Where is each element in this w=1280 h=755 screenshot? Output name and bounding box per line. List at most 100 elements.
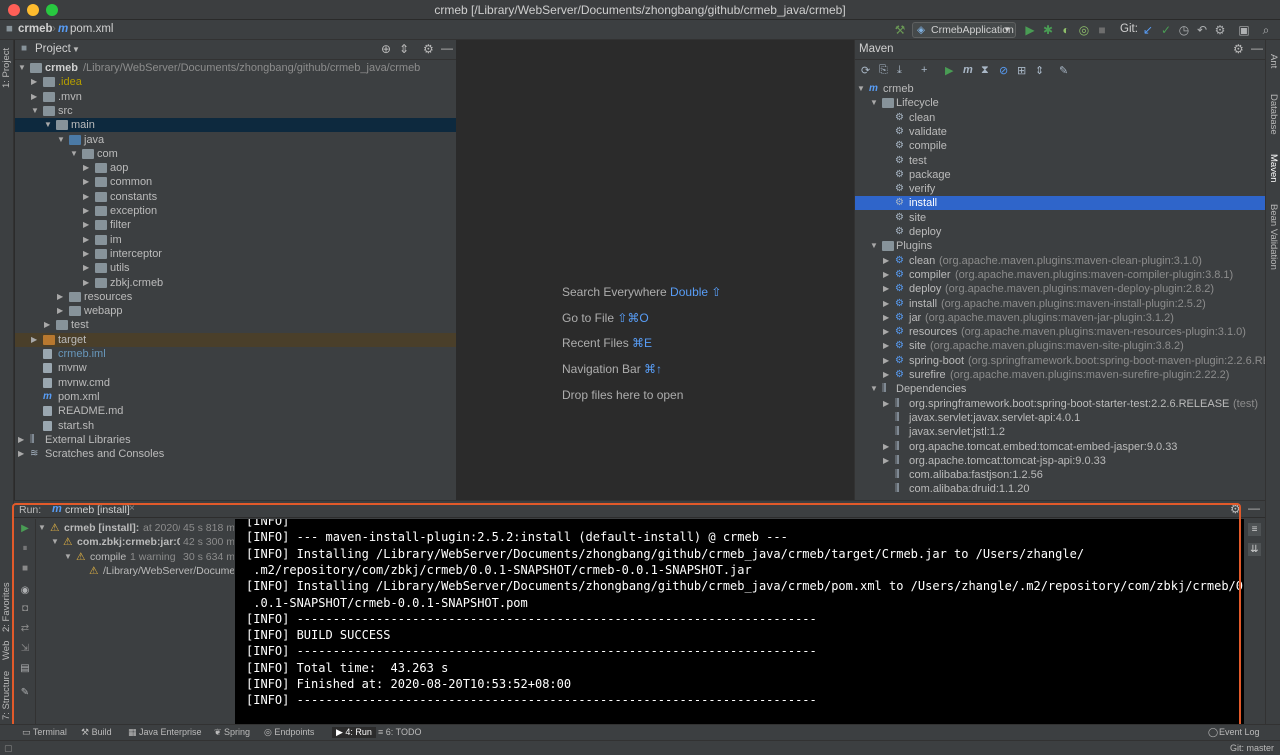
git-history-icon[interactable]: ◷ xyxy=(1176,22,1192,38)
chevron-right-icon[interactable]: ▶ xyxy=(31,75,37,89)
scroll-to-end-icon[interactable]: ⇊ xyxy=(1248,543,1261,556)
maven-tree-item[interactable]: ▶ ⚙ resources (org.apache.maven.plugins:mav… xyxy=(855,325,1265,339)
chevron-right-icon[interactable]: ▶ xyxy=(83,276,89,290)
project-tree-item[interactable]: mvnw xyxy=(15,361,456,375)
project-tree-item[interactable]: ▶ .mvn xyxy=(15,90,456,104)
chevron-right-icon[interactable]: ▶ xyxy=(883,268,889,282)
maven-tree-item[interactable]: ⫼ javax.servlet:javax.servlet-api:4.0.1 xyxy=(855,411,1265,425)
collapse-all-icon[interactable]: ⇕ xyxy=(399,42,409,56)
tool-tab-ant[interactable]: Ant xyxy=(1268,54,1279,68)
chevron-right-icon[interactable]: ▶ xyxy=(44,318,50,332)
chevron-down-icon[interactable]: ▼ xyxy=(70,147,78,161)
project-tree-item[interactable]: ▼ java xyxy=(15,133,456,147)
maven-tree-item[interactable]: ▶ ⚙ site (org.apache.maven.plugins:maven-si… xyxy=(855,339,1265,353)
tool-tab-favorites[interactable]: 2: Favorites xyxy=(1,582,12,632)
chevron-right-icon[interactable]: ▶ xyxy=(83,261,89,275)
project-tree-item[interactable]: ▶ exception xyxy=(15,204,456,218)
run-configuration-dropdown[interactable]: ◈ CrmebApplication ▼ xyxy=(912,22,1016,38)
soft-wrap-icon[interactable]: ≡ xyxy=(1248,523,1261,536)
chevron-down-icon[interactable]: ▼ xyxy=(51,535,59,549)
run-icon[interactable]: ▶ xyxy=(1022,22,1038,38)
project-tree-item[interactable]: ▶ common xyxy=(15,175,456,189)
gear-icon[interactable]: ⚙ xyxy=(1230,502,1241,516)
chevron-down-icon[interactable]: ▼ xyxy=(31,104,39,118)
settings-wrench-icon[interactable]: ⚙ xyxy=(1212,22,1228,38)
pin-icon[interactable]: ✎ xyxy=(19,687,31,699)
maven-tree-item[interactable]: ▶ ⚙ spring-boot (org.springframework.boot:s… xyxy=(855,354,1265,368)
project-tree-item[interactable]: mvnw.cmd xyxy=(15,376,456,390)
chevron-down-icon[interactable]: ▼ xyxy=(870,382,878,396)
project-tree-item[interactable]: ▶ ⫼ External Libraries xyxy=(15,433,456,447)
run-console[interactable]: [INFO] [INFO] --- maven-install-plugin:2.… xyxy=(235,519,1244,725)
maven-tree-item[interactable]: ⫼ javax.servlet:jstl:1.2 xyxy=(855,425,1265,439)
close-tab-icon[interactable]: × xyxy=(129,503,135,514)
maven-tree-item[interactable]: ▶ ⚙ surefire (org.apache.maven.plugins:mave… xyxy=(855,368,1265,382)
build-hammer-icon[interactable]: ⚒ xyxy=(892,22,908,38)
stop-icon[interactable]: ■ xyxy=(19,563,31,575)
maven-tree-item[interactable]: ▶ ⚙ install (org.apache.maven.plugins:maven… xyxy=(855,297,1265,311)
chevron-right-icon[interactable]: ▶ xyxy=(83,175,89,189)
project-tree-item[interactable]: ▶ ≋ Scratches and Consoles xyxy=(15,447,456,461)
bottom-tab[interactable]: ⚒ Build xyxy=(81,727,112,738)
tool-tab-web[interactable]: Web xyxy=(1,641,12,660)
project-tree-item[interactable]: ▶ constants xyxy=(15,190,456,204)
project-tree-item[interactable]: ▼ src xyxy=(15,104,456,118)
hide-panel-icon[interactable]: — xyxy=(1248,501,1260,515)
run-tree-item[interactable]: ▼ ⚠ compile1 warning 30 s 634 ms xyxy=(36,549,234,564)
chevron-right-icon[interactable]: ▶ xyxy=(83,204,89,218)
chevron-down-icon[interactable]: ▼ xyxy=(64,550,72,564)
project-tree-item[interactable]: ▶ aop xyxy=(15,161,456,175)
profile-icon[interactable]: ◎ xyxy=(1076,22,1092,38)
project-tree-item[interactable]: crmeb.iml xyxy=(15,347,456,361)
project-tree-item[interactable]: ▶ filter xyxy=(15,218,456,232)
chevron-right-icon[interactable]: ▶ xyxy=(883,454,889,468)
project-panel-title[interactable]: Project xyxy=(35,43,71,55)
project-tree-item[interactable]: ▶ .idea xyxy=(15,75,456,89)
maven-tree-item[interactable]: ▼ m crmeb xyxy=(855,82,1265,96)
maven-tree-item[interactable]: ▶ ⚙ compiler (org.apache.maven.plugins:mave… xyxy=(855,268,1265,282)
stop-icon[interactable]: ■ xyxy=(1094,22,1110,38)
chevron-down-icon[interactable]: ▼ xyxy=(38,521,46,535)
chevron-right-icon[interactable]: ▶ xyxy=(883,311,889,325)
chevron-right-icon[interactable]: ▶ xyxy=(83,161,89,175)
maven-tree-item[interactable]: ⚙ verify xyxy=(855,182,1265,196)
chevron-right-icon[interactable]: ▶ xyxy=(83,190,89,204)
maven-tree-item[interactable]: ▶ ⚙ jar (org.apache.maven.plugins:maven-jar… xyxy=(855,311,1265,325)
git-branch-status[interactable]: Git: master xyxy=(1230,743,1274,753)
tool-tab-database[interactable]: Database xyxy=(1268,94,1279,135)
chevron-down-icon[interactable]: ▼ xyxy=(72,45,80,54)
chevron-right-icon[interactable]: ▶ xyxy=(18,433,24,447)
chevron-down-icon[interactable]: ▼ xyxy=(57,133,65,147)
run-tree-item[interactable]: ⚠ /Library/WebServer/Document xyxy=(36,564,234,578)
maven-tree-item[interactable]: ▼ ⫼ Dependencies xyxy=(855,382,1265,396)
maven-tree-item[interactable]: ⚙ validate xyxy=(855,125,1265,139)
maven-tree-item[interactable]: ▶ ⫼ org.springframework.boot:spring-boot-s… xyxy=(855,397,1265,411)
chevron-right-icon[interactable]: ▶ xyxy=(83,247,89,261)
project-tree-item[interactable]: ▶ webapp xyxy=(15,304,456,318)
project-tree-item[interactable]: ▶ resources xyxy=(15,290,456,304)
event-log-tab[interactable]: Event Log xyxy=(1219,727,1260,737)
gear-icon[interactable]: ⚙ xyxy=(423,42,434,56)
run-tree-item[interactable]: ▼ ⚠ com.zbkj:crmeb:jar:0.0.42 s 300 ms xyxy=(36,535,234,550)
chevron-right-icon[interactable]: ▶ xyxy=(883,368,889,382)
git-commit-icon[interactable]: ✓ xyxy=(1158,22,1174,38)
chevron-right-icon[interactable]: ▶ xyxy=(31,333,37,347)
maven-tree-item[interactable]: ⚙ compile xyxy=(855,139,1265,153)
chevron-down-icon[interactable]: ▼ xyxy=(870,96,878,110)
chevron-down-icon[interactable]: ▼ xyxy=(870,239,878,253)
tool-tab-bean-validation[interactable]: Bean Validation xyxy=(1268,204,1279,270)
project-tree-item[interactable]: ▼ com xyxy=(15,147,456,161)
maven-tree-item[interactable]: ▶ ⚙ clean (org.apache.maven.plugins:maven-c… xyxy=(855,254,1265,268)
chevron-right-icon[interactable]: ▶ xyxy=(83,218,89,232)
chevron-right-icon[interactable]: ▶ xyxy=(883,282,889,296)
chevron-right-icon[interactable]: ▶ xyxy=(57,304,63,318)
chevron-right-icon[interactable]: ▶ xyxy=(31,90,37,104)
git-update-icon[interactable]: ↙ xyxy=(1140,22,1156,38)
run-tab-label[interactable]: crmeb [install] xyxy=(65,504,130,516)
project-tree-item[interactable]: ▶ test xyxy=(15,318,456,332)
toggle-tool-windows-icon[interactable]: ▢ xyxy=(4,743,13,754)
coverage-icon[interactable]: ◐ xyxy=(1058,22,1074,38)
chevron-right-icon[interactable]: ▶ xyxy=(883,254,889,268)
toggle-view-icon[interactable]: ⇄ xyxy=(19,623,31,635)
maven-tree-item[interactable]: ⚙ site xyxy=(855,211,1265,225)
